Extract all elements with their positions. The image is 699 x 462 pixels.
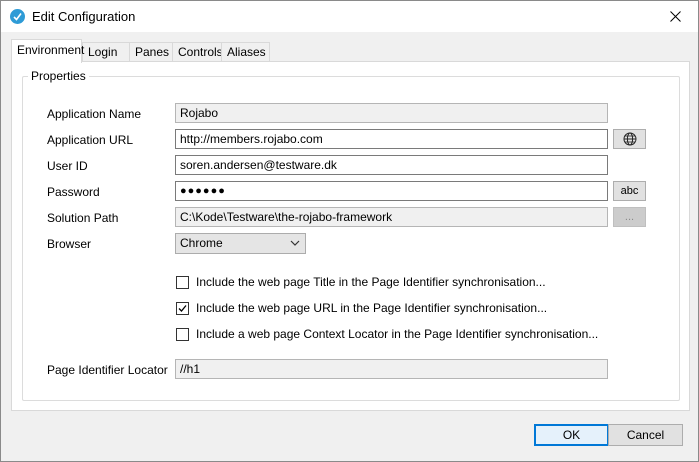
chevron-down-icon [290,240,300,246]
user-id-label: User ID [47,159,88,173]
close-button[interactable] [652,1,698,32]
browser-select[interactable]: Chrome [175,233,306,254]
browser-label: Browser [47,237,92,251]
user-id-field[interactable]: soren.andersen@testware.dk [175,155,608,175]
password-field[interactable]: ●●●●●● [175,181,608,201]
open-url-button[interactable] [613,129,646,149]
cancel-button[interactable]: Cancel [608,424,683,446]
globe-icon [623,132,636,146]
page-locator-field[interactable]: //h1 [175,359,608,379]
tab-environment[interactable]: Environment [11,39,84,63]
sync-title-checkbox[interactable] [176,276,189,289]
ok-button[interactable]: OK [534,424,609,446]
browse-button[interactable]: ... [613,207,646,227]
app-url-label: Application URL [47,133,134,147]
app-url-field[interactable]: http://members.rojabo.com [175,129,608,149]
tab-controls[interactable]: Controls [172,42,223,62]
sync-url-label: Include the web page URL in the Page Ide… [196,301,548,315]
app-name-label: Application Name [47,107,142,121]
window-title: Edit Configuration [32,9,136,24]
edit-configuration-dialog: Edit Configuration Environment Login Pan… [0,0,699,462]
tab-login[interactable]: Login [82,42,130,62]
sync-context-checkbox[interactable] [176,328,189,341]
show-password-button[interactable]: abc [613,181,646,201]
password-label: Password [47,185,100,199]
close-icon [669,11,681,22]
properties-group [22,76,680,401]
page-locator-label: Page Identifier Locator [47,363,168,377]
tab-aliases[interactable]: Aliases [221,42,270,62]
sync-url-checkbox[interactable] [176,302,189,315]
solution-path-field[interactable]: C:\Kode\Testware\the-rojabo-framework [175,207,608,227]
checkmark-icon [178,305,187,312]
browser-select-value: Chrome [180,236,223,250]
sync-title-label: Include the web page Title in the Page I… [196,275,546,289]
app-icon [10,9,25,24]
properties-group-title: Properties [28,69,89,83]
tab-panes[interactable]: Panes [129,42,173,62]
app-name-field[interactable]: Rojabo [175,103,608,123]
title-bar: Edit Configuration [1,1,698,32]
sync-context-label: Include a web page Context Locator in th… [196,327,599,341]
solution-path-label: Solution Path [47,211,119,225]
